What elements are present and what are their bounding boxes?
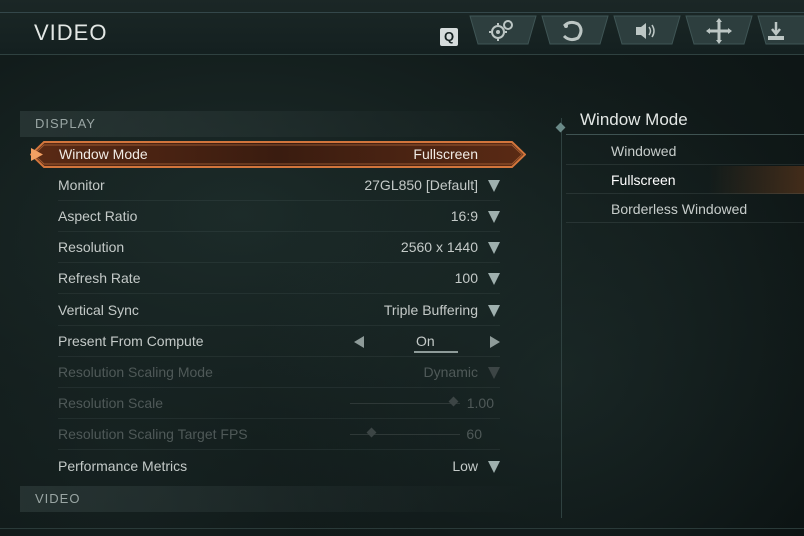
setting-label: Monitor (58, 177, 105, 193)
setting-value: 100 (454, 270, 478, 286)
panel-title-underline (566, 134, 804, 135)
toggle-underline (414, 351, 458, 353)
speaker-icon (613, 15, 681, 45)
setting-row-window-mode[interactable]: Window Mode Fullscreen (30, 141, 526, 168)
setting-row-aspect-ratio[interactable]: Aspect Ratio 16:9 (20, 202, 520, 232)
setting-value: 16:9 (450, 208, 478, 224)
option-fullscreen[interactable]: Fullscreen (566, 166, 804, 194)
setting-row-resolution-scaling-target-fps: Resolution Scaling Target FPS 60 (20, 420, 520, 450)
bottom-divider (0, 528, 804, 529)
setting-label: Aspect Ratio (58, 208, 138, 224)
setting-label: Window Mode (59, 146, 148, 162)
q-key-hint: Q (440, 28, 458, 46)
setting-row-resolution-scale: Resolution Scale 1.00 (20, 389, 520, 419)
setting-value: 60 (466, 426, 482, 442)
controller-icon (541, 15, 609, 45)
setting-row-vertical-sync[interactable]: Vertical Sync Triple Buffering (20, 296, 520, 326)
dropdown-arrow-icon (488, 180, 500, 192)
setting-value: Dynamic (423, 364, 478, 380)
setting-row-resolution-scaling-mode: Resolution Scaling Mode Dynamic (20, 358, 520, 388)
row-divider (58, 200, 500, 201)
setting-value: Triple Buffering (383, 302, 478, 318)
chevron-right-icon (31, 148, 43, 161)
tab-download[interactable] (756, 14, 804, 48)
toggle-right-arrow-icon[interactable] (490, 336, 500, 348)
row-divider (58, 356, 500, 357)
setting-row-present-from-compute[interactable]: Present From Compute On (20, 327, 520, 357)
gears-icon (469, 15, 537, 45)
row-divider (58, 262, 500, 263)
row-divider (58, 387, 500, 388)
slider-track (350, 403, 460, 404)
slider-thumb (448, 396, 459, 407)
header-divider (0, 12, 804, 13)
toggle-left-arrow-icon[interactable] (354, 336, 364, 348)
tab-controls[interactable] (684, 14, 754, 48)
row-divider (58, 418, 500, 419)
setting-row-resolution[interactable]: Resolution 2560 x 1440 (20, 233, 520, 263)
setting-label: Resolution Scaling Mode (58, 364, 213, 380)
setting-label: Present From Compute (58, 333, 204, 349)
panel-divider (561, 118, 562, 518)
dropdown-arrow-icon (488, 367, 500, 379)
diamond-icon (555, 122, 566, 133)
option-windowed[interactable]: Windowed (566, 137, 804, 165)
header-bar: VIDEO Q (0, 0, 804, 55)
row-divider (58, 325, 500, 326)
section-header-display: DISPLAY (20, 111, 530, 137)
setting-label: Resolution Scale (58, 395, 164, 411)
setting-value: 27GL850 [Default] (364, 177, 478, 193)
setting-label: Resolution (58, 239, 125, 255)
row-divider (58, 231, 500, 232)
setting-label: Performance Metrics (58, 458, 188, 474)
setting-value: 2560 x 1440 (400, 239, 478, 255)
download-icon (757, 15, 804, 45)
section-header-video: VIDEO (20, 486, 530, 512)
panel-title: Window Mode (580, 110, 688, 129)
tab-controller[interactable] (540, 14, 610, 48)
dropdown-arrow-icon (488, 242, 500, 254)
setting-value: Fullscreen (413, 146, 478, 162)
option-borderless-windowed[interactable]: Borderless Windowed (566, 195, 804, 223)
crosshair-icon (685, 15, 753, 45)
row-divider (58, 449, 500, 450)
setting-value: 1.00 (466, 395, 494, 411)
setting-label: Vertical Sync (58, 302, 139, 318)
setting-value: Low (452, 458, 478, 474)
dropdown-arrow-icon (488, 461, 500, 473)
toggle-value: On (416, 333, 435, 349)
tab-gears[interactable] (468, 14, 538, 48)
tab-audio[interactable] (612, 14, 682, 48)
setting-label: Refresh Rate (58, 270, 141, 286)
page-title: VIDEO (34, 20, 108, 45)
setting-label: Resolution Scaling Target FPS (58, 426, 248, 442)
row-divider (58, 293, 500, 294)
setting-row-monitor[interactable]: Monitor 27GL850 [Default] (20, 171, 520, 201)
slider-track (350, 434, 460, 435)
slider-thumb (366, 427, 377, 438)
dropdown-arrow-icon (488, 273, 500, 285)
dropdown-arrow-icon (488, 211, 500, 223)
setting-row-refresh-rate[interactable]: Refresh Rate 100 (20, 264, 520, 294)
dropdown-arrow-icon (488, 305, 500, 317)
setting-row-performance-metrics[interactable]: Performance Metrics Low (20, 452, 520, 482)
